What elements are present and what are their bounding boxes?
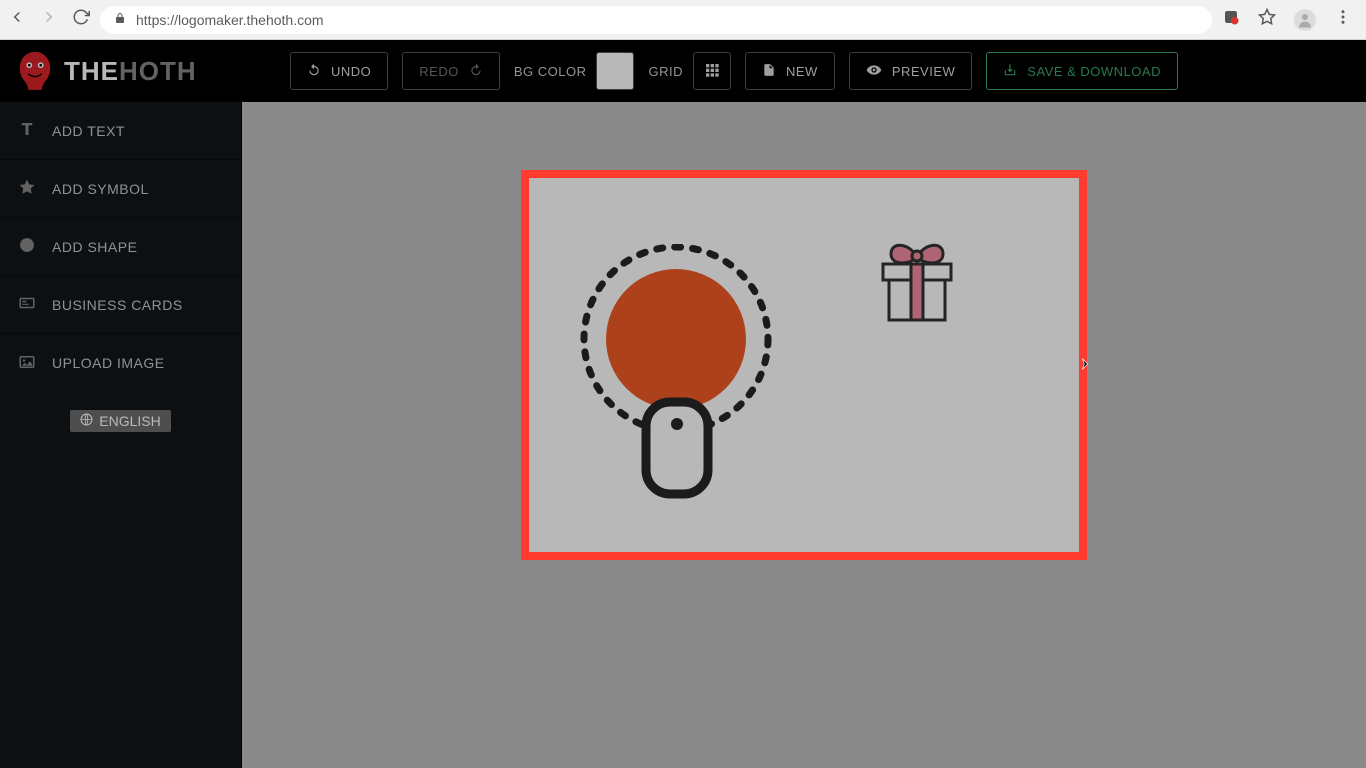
sidebar: ADD TEXT ADD SYMBOL ADD SHAPE BUSINESS C… [0, 102, 242, 768]
undo-label: UNDO [331, 64, 371, 79]
browser-actions [1222, 8, 1358, 31]
logo-mark-icon [16, 50, 54, 92]
sidebar-item-upload-image[interactable]: UPLOAD IMAGE [0, 334, 241, 392]
back-icon[interactable] [8, 8, 26, 31]
sidebar-item-label: BUSINESS CARDS [52, 297, 183, 313]
menu-icon[interactable] [1334, 8, 1352, 31]
main-row: ADD TEXT ADD SYMBOL ADD SHAPE BUSINESS C… [0, 102, 1366, 768]
canvas-area[interactable] [242, 102, 1366, 768]
redo-button[interactable]: REDO [402, 52, 500, 90]
grid-group: GRID [648, 52, 731, 90]
new-button[interactable]: NEW [745, 52, 835, 90]
preview-button[interactable]: PREVIEW [849, 52, 972, 90]
profile-avatar[interactable] [1294, 9, 1316, 31]
sidebar-item-business-cards[interactable]: BUSINESS CARDS [0, 276, 241, 334]
file-icon [762, 63, 776, 80]
extension-icon[interactable] [1222, 8, 1240, 31]
toolbar-actions: UNDO REDO BG COLOR GRID NEW [290, 52, 1178, 90]
reload-icon[interactable] [72, 8, 90, 31]
card-icon [18, 294, 36, 315]
redo-label: REDO [419, 64, 459, 79]
eye-icon [866, 62, 882, 81]
browser-chrome: https://logomaker.thehoth.com [0, 0, 1366, 40]
gift-symbol[interactable] [877, 236, 957, 326]
new-label: NEW [786, 64, 818, 79]
brand-logo[interactable]: THEHOTH [16, 50, 216, 92]
language-selector[interactable]: ENGLISH [70, 410, 170, 432]
save-label: SAVE & DOWNLOAD [1027, 64, 1161, 79]
app: THEHOTH UNDO REDO BG COLOR GRID [0, 40, 1366, 768]
grid-button[interactable] [693, 52, 731, 90]
image-icon [18, 353, 36, 374]
text-icon [18, 120, 36, 141]
bgcolor-swatch[interactable] [596, 52, 634, 90]
sidebar-item-add-symbol[interactable]: ADD SYMBOL [0, 160, 241, 218]
grid-icon [704, 62, 720, 81]
bgcolor-group: BG COLOR [514, 52, 635, 90]
address-bar[interactable]: https://logomaker.thehoth.com [100, 6, 1212, 34]
sidebar-item-label: ADD SHAPE [52, 239, 137, 255]
url-text: https://logomaker.thehoth.com [136, 12, 324, 28]
sidebar-item-add-text[interactable]: ADD TEXT [0, 102, 241, 160]
preview-label: PREVIEW [892, 64, 955, 79]
artboard[interactable] [529, 178, 1079, 552]
sidebar-item-label: ADD TEXT [52, 123, 125, 139]
undo-icon [307, 63, 321, 80]
sidebar-item-label: ADD SYMBOL [52, 181, 149, 197]
download-icon [1003, 63, 1017, 80]
resize-cursor-icon [1077, 356, 1093, 377]
star-icon [18, 178, 36, 199]
artboard-wrap [529, 178, 1079, 552]
redo-icon [469, 63, 483, 80]
undo-button[interactable]: UNDO [290, 52, 388, 90]
bgcolor-label: BG COLOR [514, 64, 587, 79]
grid-label: GRID [648, 64, 683, 79]
logo-text: THEHOTH [64, 56, 197, 87]
sidebar-item-add-shape[interactable]: ADD SHAPE [0, 218, 241, 276]
star-icon[interactable] [1258, 8, 1276, 31]
circle-icon [18, 236, 36, 257]
sidebar-item-label: UPLOAD IMAGE [52, 355, 165, 371]
save-button[interactable]: SAVE & DOWNLOAD [986, 52, 1178, 90]
browser-nav [8, 8, 90, 31]
globe-icon [80, 413, 93, 429]
forward-icon[interactable] [40, 8, 58, 31]
lock-icon [114, 11, 126, 28]
paddle-symbol[interactable] [571, 244, 791, 504]
language-label: ENGLISH [99, 413, 160, 429]
topbar: THEHOTH UNDO REDO BG COLOR GRID [0, 40, 1366, 102]
